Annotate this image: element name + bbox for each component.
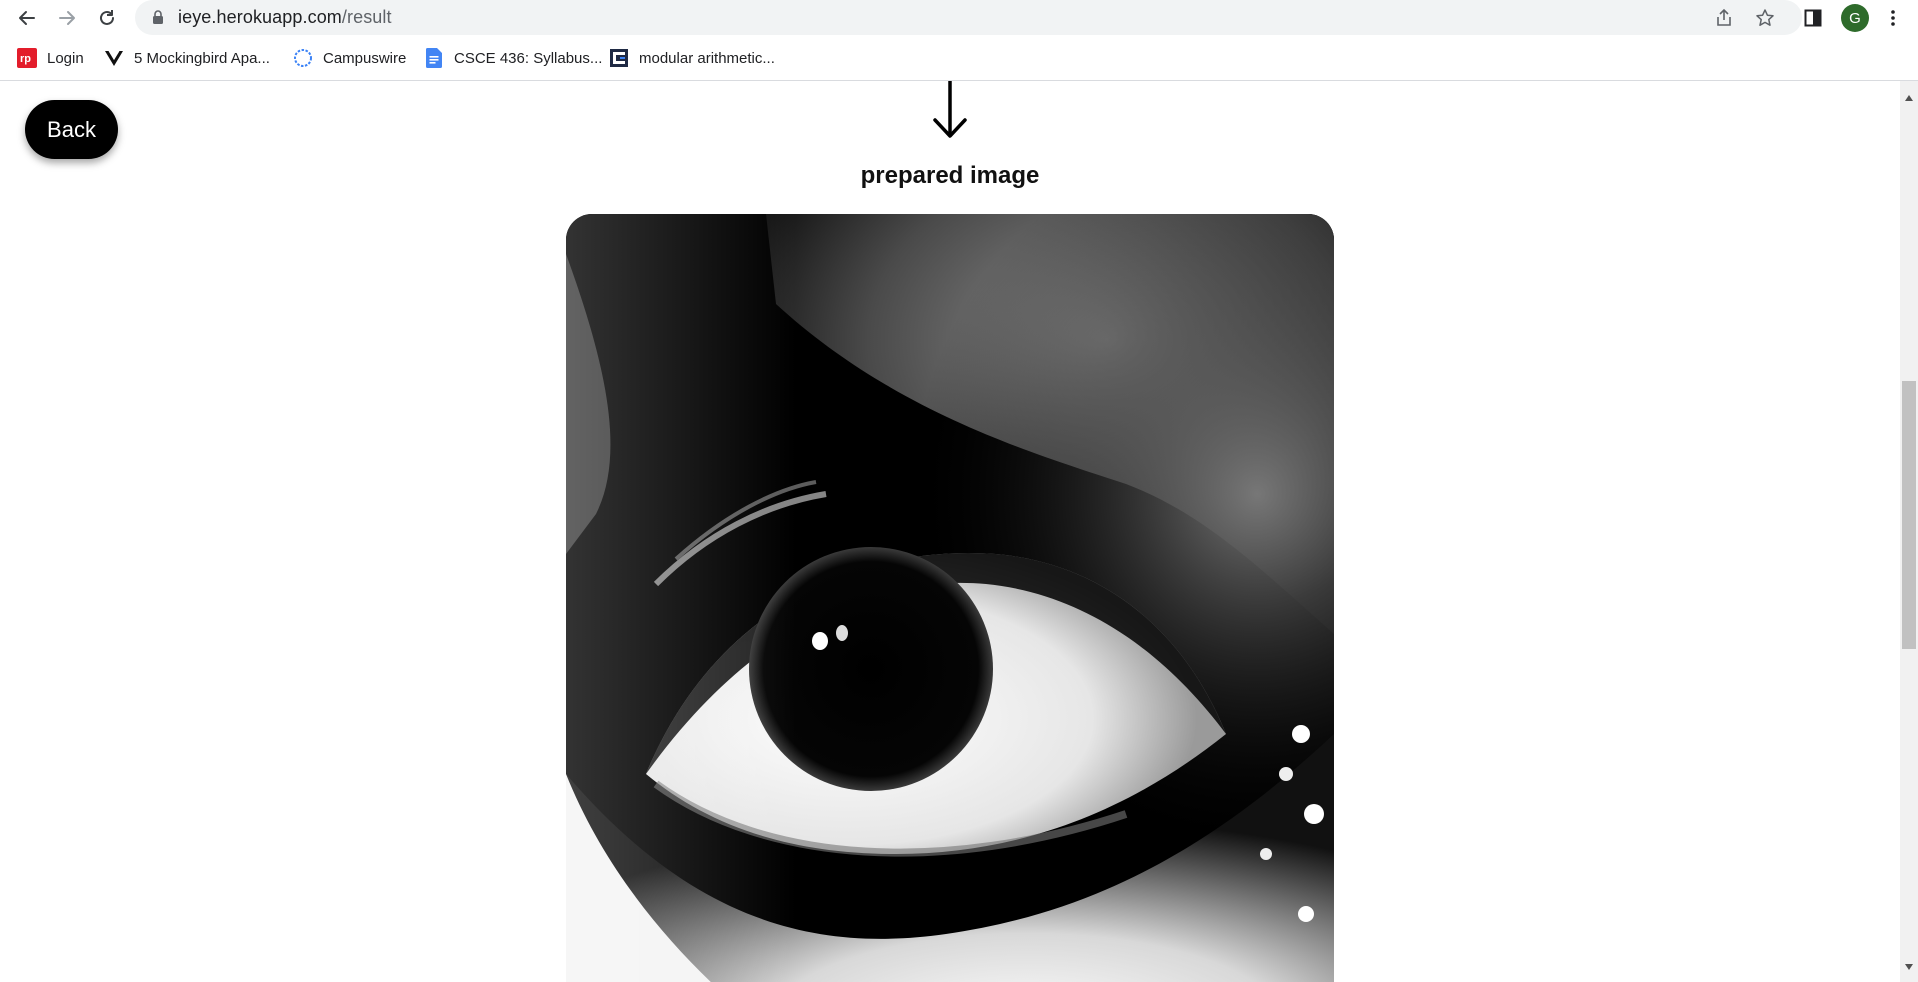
back-nav-icon[interactable] (13, 4, 41, 32)
more-menu-icon[interactable] (1879, 4, 1907, 32)
profile-avatar[interactable]: G (1841, 4, 1869, 32)
url-path: /result (341, 7, 392, 27)
back-button[interactable]: Back (25, 100, 118, 159)
google-docs-icon (424, 48, 444, 68)
bookmark-modular-arithmetic[interactable]: modular arithmetic... (609, 47, 775, 69)
address-bar[interactable]: ieye.herokuapp.com/result (135, 0, 1802, 35)
page-scrollbar[interactable] (1900, 81, 1918, 982)
rp-logo-icon: rp (17, 48, 37, 68)
bookmark-label: 5 Mockingbird Apa... (134, 49, 270, 67)
bookmark-star-icon[interactable] (1753, 6, 1777, 30)
lock-icon[interactable] (152, 10, 164, 30)
bookmark-mockingbird[interactable]: 5 Mockingbird Apa... (104, 47, 270, 69)
browser-toolbar: ieye.herokuapp.com/result G (0, 0, 1918, 36)
share-icon[interactable] (1712, 6, 1736, 30)
scroll-up-arrow-icon[interactable] (1904, 89, 1914, 107)
scrollbar-thumb[interactable] (1902, 381, 1916, 649)
forward-nav-icon[interactable] (53, 4, 81, 32)
v-logo-icon (104, 48, 124, 68)
page-content: Back prepared image (0, 81, 1900, 982)
url-text[interactable]: ieye.herokuapp.com/result (178, 7, 392, 28)
bookmark-campuswire[interactable]: Campuswire (293, 47, 406, 69)
bookmark-label: CSCE 436: Syllabus... (454, 49, 603, 67)
bookmarks-bar: rp Login 5 Mockingbird Apa... Campuswire… (0, 36, 1918, 81)
down-arrow-icon (930, 81, 970, 146)
campuswire-icon (293, 48, 313, 68)
side-panel-icon[interactable] (1799, 4, 1827, 32)
bookmark-label: Campuswire (323, 49, 407, 67)
bookmark-login[interactable]: rp Login (17, 47, 84, 69)
svg-text:rp: rp (20, 53, 31, 65)
bookmark-csce436[interactable]: CSCE 436: Syllabus... (424, 47, 602, 69)
reload-icon[interactable] (93, 4, 121, 32)
section-title: prepared image (860, 162, 1040, 189)
prepared-eye-image (566, 214, 1334, 982)
bookmark-label: modular arithmetic... (639, 49, 775, 67)
url-host: ieye.herokuapp.com (178, 7, 342, 27)
scroll-down-arrow-icon[interactable] (1904, 958, 1914, 976)
bookmark-label: Login (47, 49, 84, 67)
c-logo-icon (609, 48, 629, 68)
